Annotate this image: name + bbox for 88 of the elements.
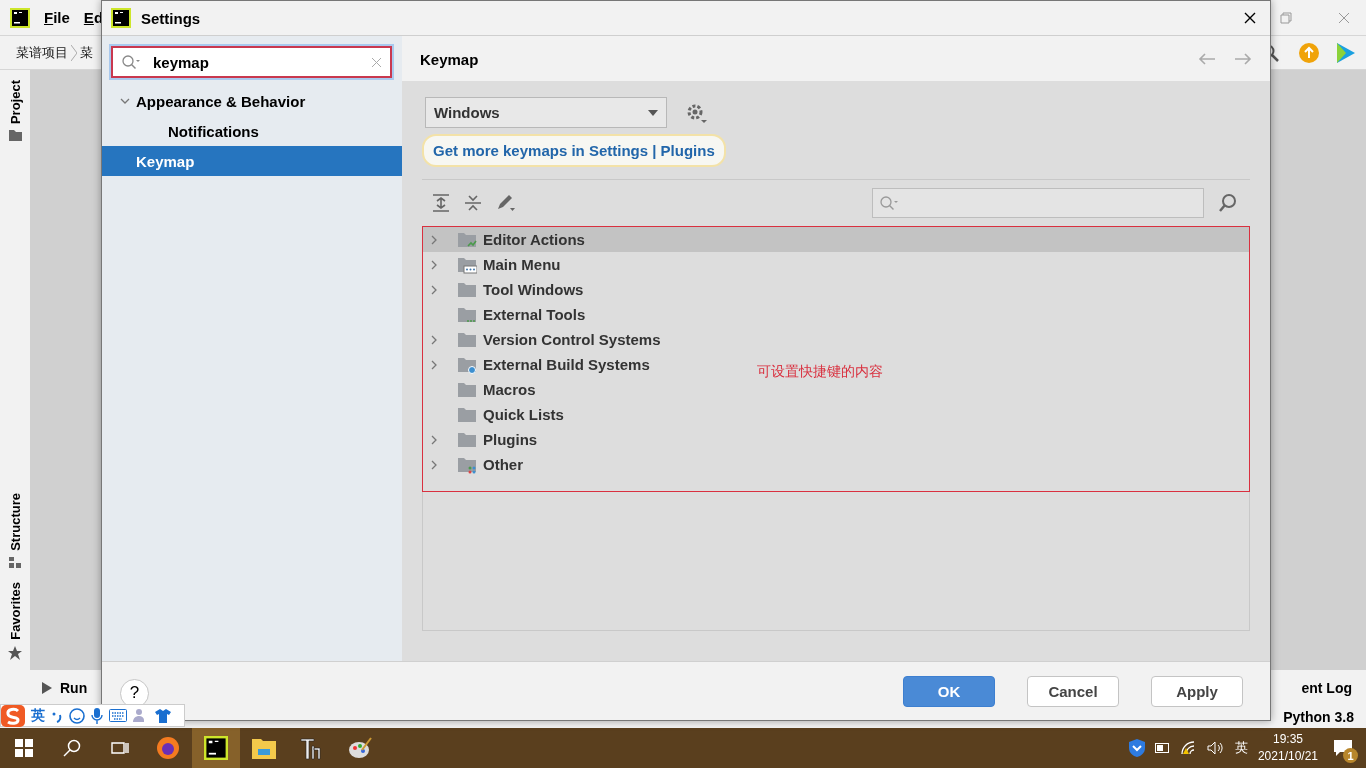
plugins-link[interactable]: Get more keymaps in Settings | Plugins [422,134,726,167]
pycharm-logo-icon [204,736,228,760]
chevron-right-icon[interactable] [429,259,439,270]
chevron-right-icon [71,44,77,61]
folder-gear-icon [457,355,477,374]
chevron-right-icon[interactable] [429,234,439,245]
close-icon[interactable] [1244,12,1256,24]
action-row[interactable]: Version Control Systems [423,327,667,352]
taskbar-app[interactable] [192,728,240,768]
settings-tree-item[interactable]: Appearance & Behavior [102,86,402,116]
chevron-right-icon[interactable] [429,434,439,445]
action-row[interactable]: External Build Systems [423,352,656,377]
action-row[interactable]: Main Menu [423,252,567,277]
action-row[interactable]: Plugins [423,427,544,452]
collapse-all-icon[interactable] [464,194,482,212]
text-icon[interactable] [300,736,324,760]
folder-icon [457,280,477,299]
chevron-right-icon[interactable] [429,359,439,370]
chevron-right-icon[interactable] [429,334,439,345]
wifi-icon[interactable] [1180,741,1197,755]
folder-icon[interactable] [252,737,276,759]
microphone-icon[interactable] [91,707,103,724]
tool-window-tab[interactable]: ent Log [1301,680,1352,696]
folder-icon [457,380,477,399]
action-row[interactable]: Macros [423,377,542,402]
find-shortcut-icon[interactable] [1218,193,1238,213]
dialog-button[interactable]: Cancel [1027,675,1119,707]
tool-window-tab[interactable]: Run [42,680,88,696]
smiley-icon[interactable] [69,707,85,724]
volume-icon[interactable] [1206,741,1225,755]
ime-logo-icon[interactable] [1,704,25,727]
play-icon [42,682,52,694]
chevron-right-icon[interactable] [429,459,439,470]
folder-icon [8,130,22,142]
keyboard-icon[interactable] [109,709,127,722]
settings-tree-item[interactable]: Keymap [102,146,402,176]
tool-window-tab[interactable]: Project [0,80,30,142]
settings-tree-item[interactable]: Notifications [102,116,402,146]
page-title: Keymap [420,50,480,68]
chevron-right-icon[interactable] [429,284,439,295]
annotation-text: 可设置快捷键的内容 [757,363,883,381]
search-icon [879,195,899,211]
folder-icon [457,430,477,449]
palette-icon[interactable] [348,736,372,760]
star-icon [8,646,22,660]
edit-icon[interactable] [496,193,516,213]
caret-icon [648,109,658,116]
folder-icon [457,330,477,349]
action-row[interactable]: Tool Windows [423,277,590,302]
pycharm-logo-icon [111,8,131,28]
logo-icon[interactable] [1337,42,1355,63]
browser-icon[interactable] [156,736,180,760]
battery-icon[interactable] [1154,743,1171,753]
pycharm-logo-icon [10,7,30,28]
action-row[interactable]: Editor Actions [423,227,1249,252]
breadcrumb[interactable]: 菜谱项目 [16,43,68,62]
keymap-dropdown[interactable]: Windows [425,97,667,128]
tool-window-tab[interactable]: Favorites [0,582,30,660]
clock[interactable]: 19:35 2021/10/21 [1257,731,1318,765]
folder-chart-icon [457,230,477,249]
menu-item[interactable]: File [44,9,70,26]
input-mode[interactable]: 英 [31,706,45,725]
ok-button[interactable]: OK [903,675,995,707]
dialog-button[interactable]: Apply [1151,675,1243,707]
folder-dots-icon [457,455,477,474]
action-row[interactable]: External Tools [423,302,592,327]
interpreter-status[interactable]: Python 3.8 [1283,709,1354,725]
structure-icon [9,557,21,569]
tool-window-tab[interactable]: Structure [0,493,30,569]
breadcrumb[interactable]: 菜 [80,43,93,62]
action-row[interactable]: Quick Lists [423,402,570,427]
shield-icon[interactable] [1128,739,1145,757]
search-icon[interactable] [63,739,81,757]
dialog-title: Settings [141,9,202,27]
expand-all-icon[interactable] [432,194,450,212]
action-row[interactable]: Other [423,452,529,477]
windows-start-icon[interactable] [15,739,33,757]
folder-icon [457,405,477,424]
task-view-icon[interactable] [111,740,129,756]
search-field[interactable]: keymap [111,46,392,78]
chevron-down-icon[interactable] [120,96,130,106]
folder-dots-icon [457,305,477,324]
search-input[interactable]: keymap [151,52,361,72]
input-language[interactable]: 英 [1234,739,1248,757]
filter-field[interactable] [872,188,1204,218]
shirt-icon[interactable] [155,707,171,724]
clear-icon[interactable] [371,56,382,68]
folder-window-icon [457,255,477,274]
